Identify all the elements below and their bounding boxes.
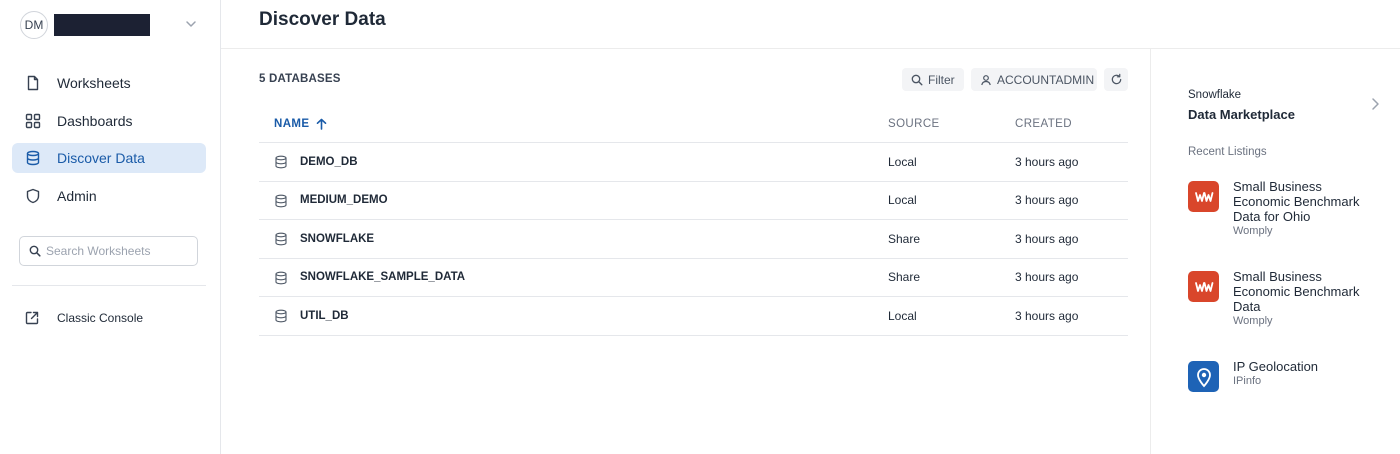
sidebar-item-label: Admin [57, 187, 97, 204]
refresh-icon [1111, 73, 1121, 85]
listing-provider: IPinfo [1233, 375, 1262, 387]
marketplace-brand: Snowflake [1188, 89, 1242, 101]
classic-console-label: Classic Console [57, 311, 144, 325]
sidebar-item-admin[interactable]: Admin [12, 181, 206, 211]
sort-ascending-icon [316, 118, 327, 130]
search-icon [29, 245, 41, 257]
classic-console-link[interactable]: Classic Console [24, 309, 143, 327]
listing-item[interactable]: IP Geolocation IPinfo [1188, 359, 1363, 392]
search-input[interactable] [46, 244, 186, 258]
womply-logo-icon [1188, 271, 1219, 302]
database-created: 3 hours ago [1015, 270, 1079, 285]
listing-title: Small Business Economic Benchmark Data [1233, 269, 1360, 314]
avatar[interactable]: DM [20, 11, 48, 39]
document-icon [24, 74, 42, 92]
database-count: 5 DATABASES [259, 73, 341, 85]
listing-provider: Womply [1233, 315, 1273, 327]
database-source: Local [888, 154, 917, 169]
marketplace-title[interactable]: Data Marketplace [1188, 107, 1295, 122]
sidebar-item-worksheets[interactable]: Worksheets [12, 68, 206, 98]
database-name[interactable]: UTIL_DB [300, 310, 349, 322]
database-icon [275, 155, 287, 169]
table-row[interactable]: SNOWFLAKE Share 3 hours ago [259, 220, 1128, 259]
database-source: Local [888, 193, 917, 208]
role-selector-button[interactable]: ACCOUNTADMIN [971, 68, 1097, 91]
ipinfo-logo-icon [1188, 361, 1219, 392]
table-header: NAME SOURCE CREATED [259, 106, 1128, 143]
database-icon [24, 149, 42, 167]
table-row[interactable]: DEMO_DB Local 3 hours ago [259, 143, 1128, 182]
database-created: 3 hours ago [1015, 193, 1079, 208]
column-header-source[interactable]: SOURCE [888, 118, 940, 130]
sidebar-item-dashboards[interactable]: Dashboards [12, 106, 206, 136]
database-name[interactable]: SNOWFLAKE [300, 233, 374, 245]
chevron-down-icon[interactable] [183, 16, 199, 32]
sidebar-nav: Worksheets Dashboards Discover Data Admi… [12, 68, 206, 218]
database-icon [275, 232, 287, 246]
column-header-created[interactable]: CREATED [1015, 118, 1072, 130]
database-created: 3 hours ago [1015, 154, 1079, 169]
database-created: 3 hours ago [1015, 231, 1079, 246]
external-link-icon [24, 309, 42, 327]
user-menu[interactable]: DM [20, 10, 205, 40]
womply-logo-icon [1188, 181, 1219, 212]
sidebar: DM Worksheets Dashboards Discover Data A… [0, 0, 221, 454]
listing-provider: Womply [1233, 225, 1273, 237]
database-name[interactable]: MEDIUM_DEMO [300, 194, 388, 206]
filter-label: Filter [928, 72, 955, 87]
database-source: Share [888, 270, 921, 285]
database-created: 3 hours ago [1015, 308, 1079, 323]
database-icon [275, 271, 287, 284]
listing-title: IP Geolocation [1233, 359, 1319, 374]
table-row[interactable]: UTIL_DB Local 3 hours ago [259, 297, 1128, 336]
chevron-right-icon[interactable] [1369, 97, 1381, 111]
databases-table: NAME SOURCE CREATED DEMO_DB Local 3 hour… [259, 106, 1128, 336]
recent-listings-label: Recent Listings [1188, 146, 1267, 158]
divider [12, 285, 206, 286]
username-redacted [54, 14, 150, 36]
user-icon [980, 74, 992, 86]
search-icon [911, 74, 923, 86]
database-name[interactable]: SNOWFLAKE_SAMPLE_DATA [300, 271, 465, 283]
database-source: Share [888, 231, 921, 246]
sidebar-item-label: Dashboards [57, 112, 133, 129]
refresh-button[interactable] [1104, 68, 1128, 91]
search-worksheets[interactable] [19, 236, 198, 266]
page-title: Discover Data [259, 9, 386, 30]
database-icon [275, 309, 287, 323]
column-header-name[interactable]: NAME [274, 118, 327, 130]
listing-item[interactable]: Small Business Economic Benchmark Data f… [1188, 179, 1363, 237]
table-row[interactable]: MEDIUM_DEMO Local 3 hours ago [259, 182, 1128, 220]
database-source: Local [888, 308, 917, 323]
listing-title: Small Business Economic Benchmark Data f… [1233, 179, 1360, 224]
shield-icon [24, 187, 42, 205]
database-icon [275, 194, 287, 207]
grid-icon [24, 112, 42, 130]
filter-button[interactable]: Filter [902, 68, 964, 91]
sidebar-item-discover-data[interactable]: Discover Data [12, 143, 206, 173]
listing-item[interactable]: Small Business Economic Benchmark Data W… [1188, 269, 1363, 327]
database-name[interactable]: DEMO_DB [300, 156, 358, 168]
marketplace-panel: Snowflake Data Marketplace Recent Listin… [1150, 49, 1400, 454]
sidebar-item-label: Discover Data [57, 150, 145, 166]
role-label: ACCOUNTADMIN [997, 72, 1095, 87]
sidebar-item-label: Worksheets [57, 75, 131, 91]
table-row[interactable]: SNOWFLAKE_SAMPLE_DATA Share 3 hours ago [259, 259, 1128, 297]
